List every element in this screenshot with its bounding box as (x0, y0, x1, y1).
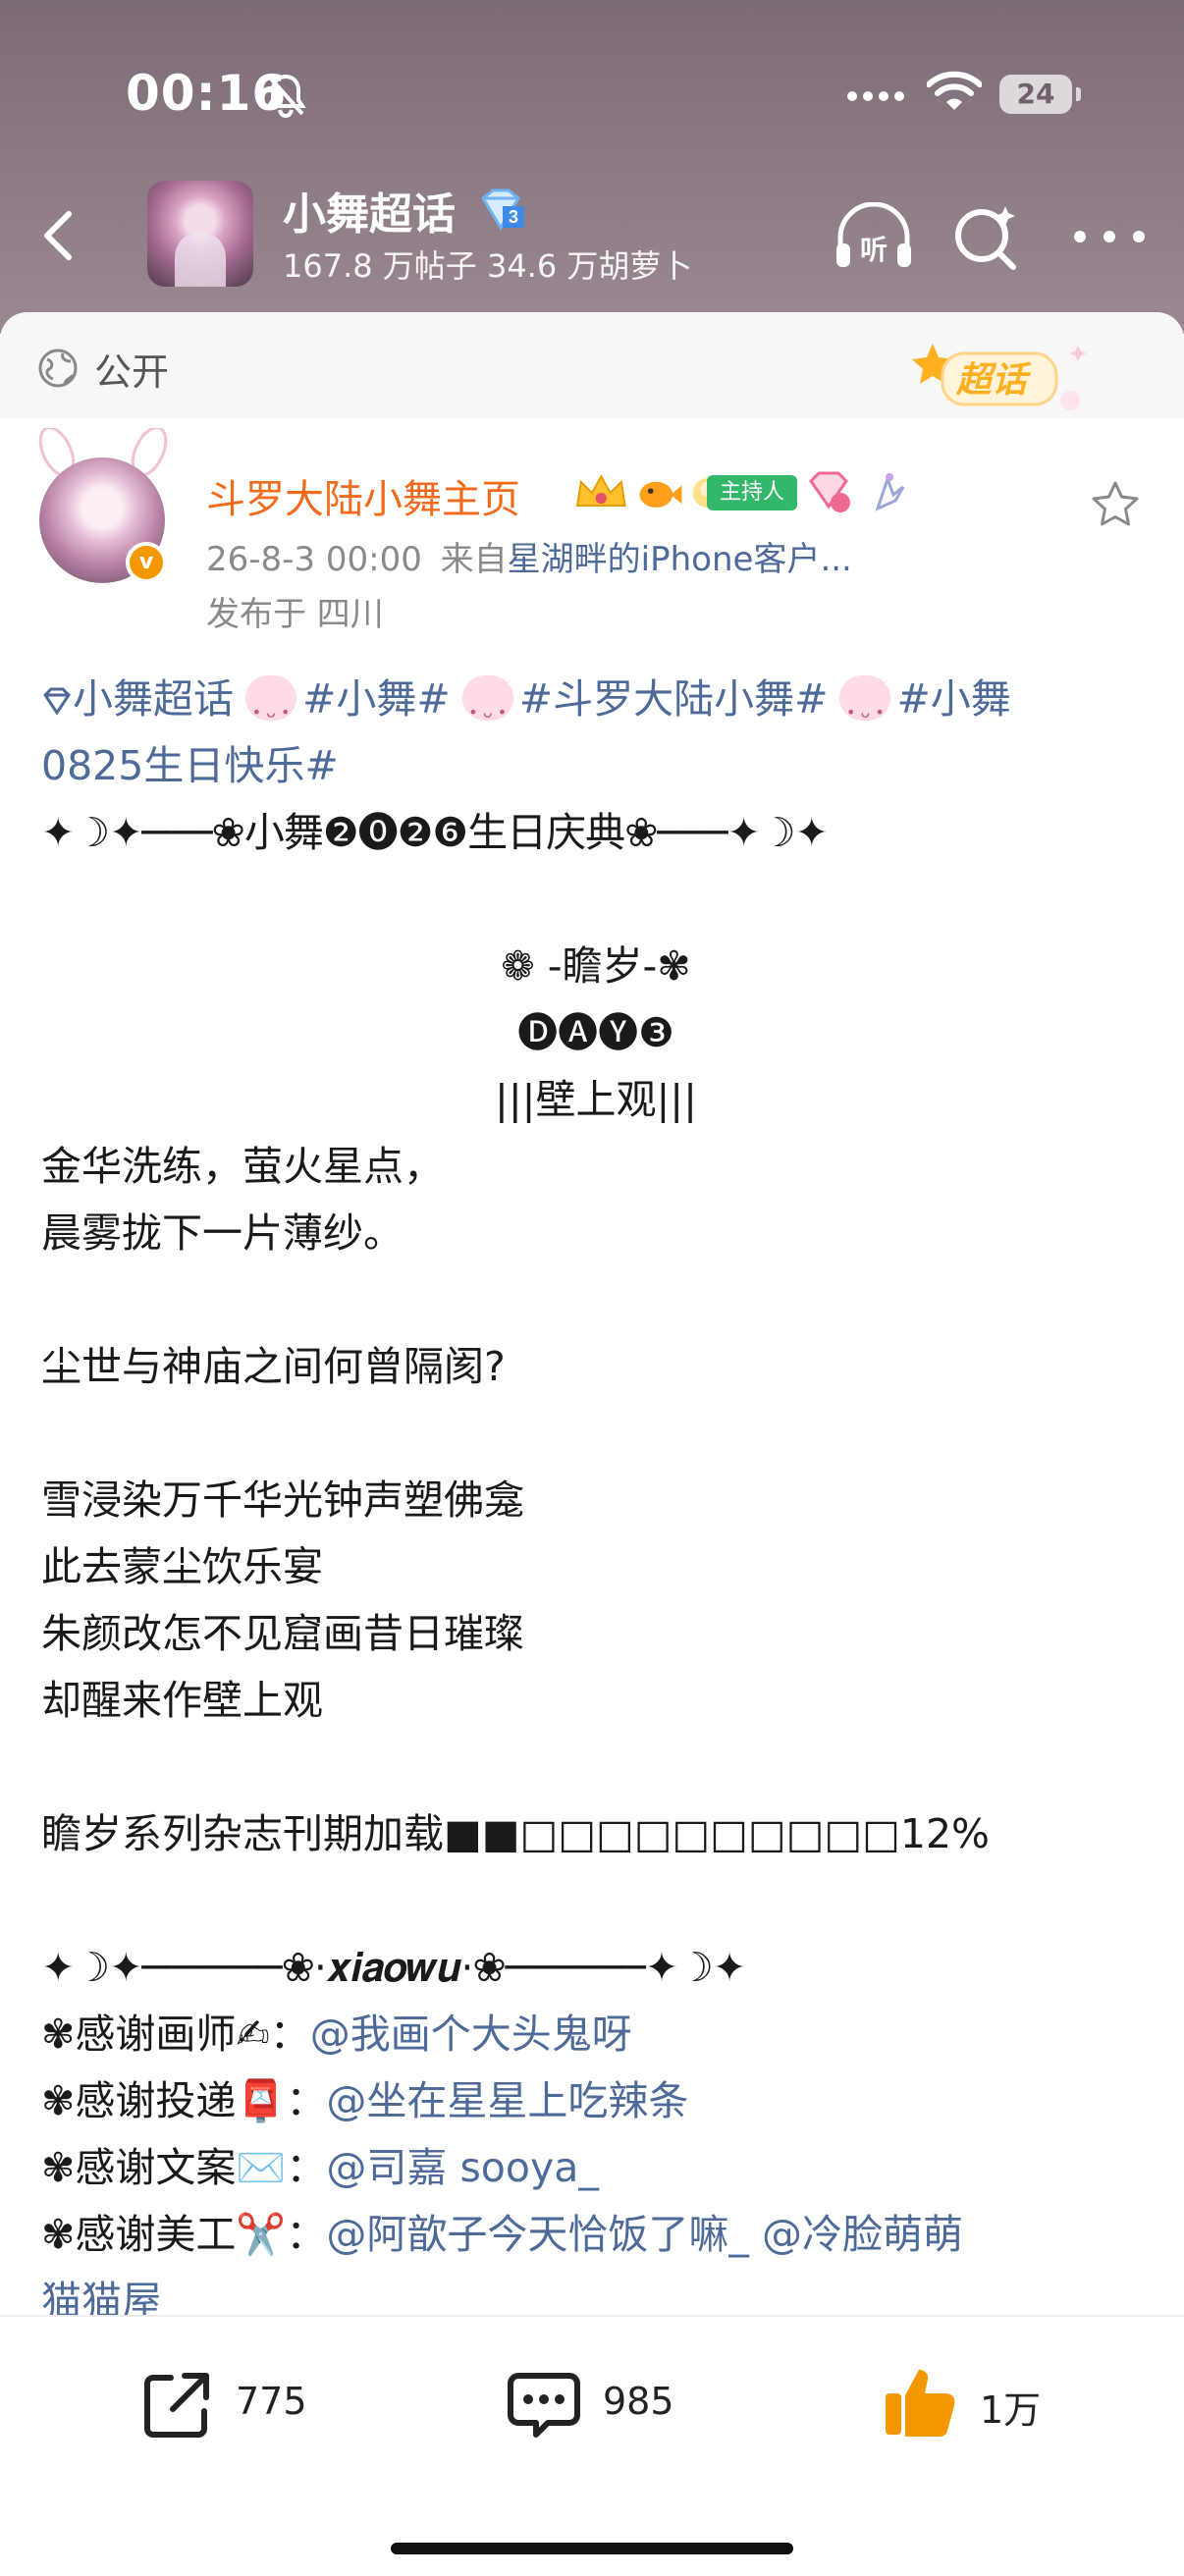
credit-line: ✾感谢文案✉️：@司嘉 sooya_ (41, 2134, 1151, 2201)
text-line: 尘世与神庙之间何曾隔阂? (41, 1343, 506, 1390)
repost-share-icon (144, 2373, 209, 2438)
fish-badge-icon (639, 481, 682, 508)
diamond-badge-icon: 3 (481, 188, 524, 231)
text-line: 金华洗练，萤火星点， (41, 1143, 444, 1190)
credit-line: ✾感谢画师✍：@我画个大头鬼呀 (41, 2001, 1151, 2067)
bunny-emoji-icon (245, 675, 296, 746)
credit-label: ✾感谢文案✉️： (41, 2144, 327, 2191)
comment-bubble-icon (508, 2373, 580, 2438)
text-line: 却醒来作壁上观 (41, 1677, 323, 1724)
post-meta: 26-8-3 00:00 来自星湖畔的iPhone客户... (206, 532, 852, 580)
sparkle-figure-icon (875, 473, 905, 511)
comment-count: 985 (603, 2380, 674, 2423)
bunny-emoji-icon (461, 675, 513, 746)
text-line: ✦☽✦──────❀·𝒙𝒊𝒂𝒐𝒘𝒖·❀──────✦☽✦ (41, 1944, 746, 1991)
level-badges (809, 471, 905, 512)
text-line: 晨雾拢下一片薄纱。 (41, 1209, 404, 1257)
home-indicator (391, 2543, 793, 2554)
text-line: ❁ -瞻岁-✾ (501, 942, 691, 990)
repost-button[interactable]: 775 (137, 2356, 334, 2454)
mute-bell-icon (265, 74, 306, 118)
hashtag-link[interactable]: #小舞# (302, 675, 451, 723)
back-arrow-icon[interactable] (29, 204, 92, 267)
progress-line: 瞻岁系列杂志刊期加载■■□□□□□□□□□□12% (41, 1810, 990, 1857)
post-location: 发布于 四川 (206, 595, 384, 634)
mention-link[interactable]: @阿歆子今天恰饭了嘛_ @冷脸萌萌 (326, 2211, 963, 2258)
privacy-label: 公开 (94, 350, 170, 394)
privacy-bar: 公开 超话 (0, 312, 1184, 418)
hashtag-link[interactable]: #斗罗大陆小舞# (519, 675, 829, 723)
post-source[interactable]: 星湖畔的iPhone客户... (508, 540, 852, 579)
globe-icon (38, 349, 78, 388)
bunny-emoji-icon (839, 675, 891, 746)
supertopic-title[interactable]: 小舞超话 (283, 179, 456, 242)
author-name[interactable]: 斗罗大陆小舞主页 (206, 467, 520, 524)
wifi-icon (927, 71, 982, 110)
supertopic-diamond-icon (43, 687, 71, 716)
from-prefix: 来自 (440, 540, 508, 579)
status-bar: 00:16 24 (0, 0, 1184, 187)
mention-link[interactable]: @司嘉 sooya_ (326, 2144, 598, 2191)
search-icon[interactable] (950, 202, 1021, 273)
post-sheet: 公开 超话 v 斗罗大陆小舞主页 主持人 26-8-3 00:00 来自星湖畔的… (0, 312, 1184, 2574)
action-bar: 775 985 1万 (0, 2315, 1184, 2576)
supertopic-stats: 167.8 万帖子 34.6 万胡萝卜 (283, 247, 693, 285)
svg-text:3: 3 (509, 207, 518, 227)
credit-label: ✾感谢画师✍： (41, 2011, 310, 2058)
credit-line: ✾感谢投递📮：@坐在星星上吃辣条 (41, 2067, 1151, 2134)
cellular-signal-icon (847, 91, 904, 101)
mention-link[interactable]: @坐在星星上吃辣条 (326, 2077, 688, 2124)
supertopic-avatar[interactable] (147, 181, 253, 287)
like-count: 1万 (980, 2388, 1042, 2432)
hashtag-line-2[interactable]: 0825生日快乐# (41, 732, 1151, 799)
supertopic-sticker-label: 超话 (956, 360, 1028, 401)
like-button[interactable]: 1万 (882, 2356, 1078, 2454)
repost-count: 775 (236, 2380, 307, 2423)
post-body: 小舞超话 #小舞# #斗罗大陆小舞# #小舞 0825生日快乐# ✦☽✦───❀小舞❷… (41, 666, 1151, 2334)
more-options-icon[interactable] (1070, 222, 1149, 251)
diamond-level-icon (809, 471, 850, 512)
text-line: ✦☽✦───❀小舞❷⓿❷❻生日庆典❀───✦☽✦ (41, 809, 829, 856)
listen-headphones-icon[interactable]: 听 (833, 202, 915, 271)
battery-indicator: 24 (999, 75, 1081, 114)
thumbs-up-icon (886, 2370, 955, 2437)
credit-line: ✾感谢美工✂️：@阿歆子今天恰饭了嘛_ @冷脸萌萌 (41, 2201, 1151, 2268)
verified-badge: v (126, 542, 167, 583)
text-line: 朱颜改怎不见窟画昔日璀璨 (41, 1610, 524, 1657)
hashtag-link[interactable]: #小舞 (896, 675, 1010, 723)
text-line: 此去蒙尘饮乐宴 (41, 1543, 323, 1590)
comment-button[interactable]: 985 (505, 2356, 701, 2454)
post-timestamp: 26-8-3 00:00 (206, 540, 422, 579)
supertopic-header: 小舞超话 3 167.8 万帖子 34.6 万胡萝卜 听 (0, 167, 1184, 314)
text-line: 雪浸染万千华光钟声塑佛龛 (41, 1476, 524, 1524)
battery-level: 24 (1016, 78, 1055, 110)
text-line: |||壁上观||| (495, 1076, 697, 1123)
credit-label: ✾感谢美工✂️： (41, 2211, 327, 2258)
mention-link[interactable]: @我画个大头鬼呀 (310, 2011, 632, 2058)
favorite-star-icon[interactable] (1090, 479, 1141, 530)
status-time: 00:16 (126, 65, 288, 122)
crown-badge-icon (575, 474, 626, 507)
host-badge: 主持人 (707, 475, 797, 510)
hashtag-line-1: 小舞超话 #小舞# #斗罗大陆小舞# #小舞 (41, 666, 1151, 746)
text-line: 🅓🅐🅨❸ (517, 1009, 674, 1056)
supertopic-link[interactable]: 小舞超话 (73, 675, 234, 723)
listen-label: 听 (860, 234, 888, 266)
credit-label: ✾感谢投递📮： (41, 2077, 327, 2124)
supertopic-sticker: 超话 (903, 338, 1090, 416)
